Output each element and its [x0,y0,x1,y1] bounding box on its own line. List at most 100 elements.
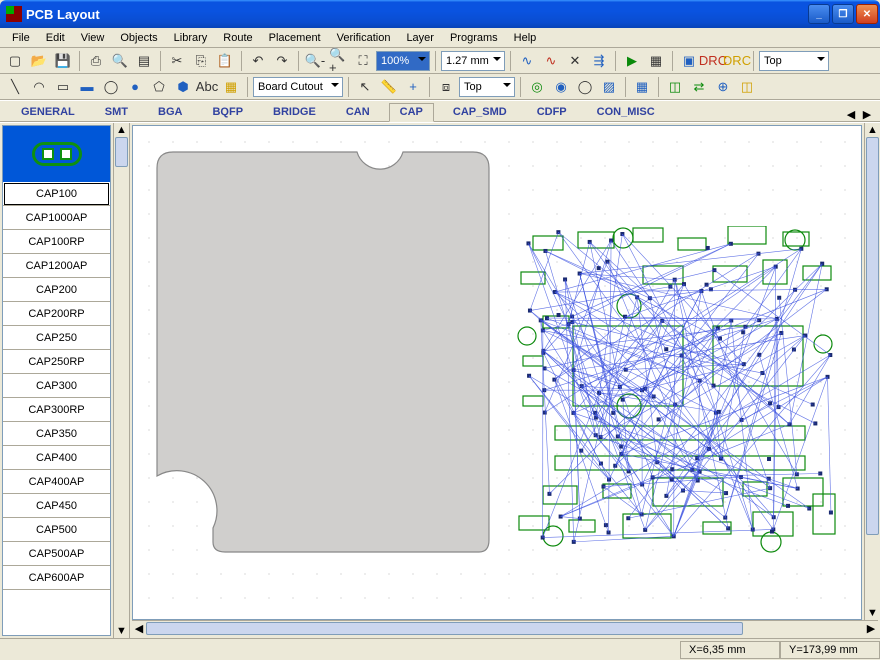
object-layer-combo[interactable]: Board Cutout [253,77,343,97]
scroll-down-icon[interactable]: ▼ [114,624,129,638]
tab-cap[interactable]: CAP [389,103,434,122]
component-item[interactable]: CAP400AP [3,470,110,494]
canvas-vscroll[interactable]: ▲ ▼ [864,123,880,620]
copper-icon[interactable]: ▨ [598,76,620,98]
component-item[interactable]: CAP1200AP [3,254,110,278]
redo-icon[interactable]: ↷ [271,50,293,72]
zoom-window-icon[interactable]: ⛶ [352,50,374,72]
hscroll-right-icon[interactable]: ▶ [864,621,878,636]
tab-general[interactable]: GENERAL [10,103,86,121]
arc-icon[interactable]: ◠ [28,76,50,98]
menu-edit[interactable]: Edit [38,30,73,46]
grid-combo[interactable]: 1.27 mm [441,51,505,71]
menu-verification[interactable]: Verification [329,30,399,46]
component-item[interactable]: CAP350 [3,422,110,446]
measure-icon[interactable]: 📏 [378,76,400,98]
tab-scroll-right-icon[interactable]: ▶ [860,107,874,121]
design-canvas[interactable] [132,125,862,620]
component-item[interactable]: CAP100RP [3,230,110,254]
layer2-combo[interactable]: Top [459,77,515,97]
menu-route[interactable]: Route [215,30,260,46]
text-icon[interactable]: Abc [196,76,218,98]
menu-view[interactable]: View [73,30,113,46]
route-x-icon[interactable]: ✕ [564,50,586,72]
titleblock-icon[interactable]: ▤ [133,50,155,72]
vscroll-thumb[interactable] [866,137,879,535]
layer-combo[interactable]: Top [759,51,829,71]
component-item[interactable]: CAP450 [3,494,110,518]
pad-icon[interactable]: ◎ [526,76,548,98]
tab-cap-smd[interactable]: CAP_SMD [442,103,518,121]
maximize-button[interactable]: ❐ [832,4,854,24]
scroll-up-icon[interactable]: ▲ [114,123,129,137]
layers-icon[interactable]: ▣ [678,50,700,72]
route-rm-icon[interactable]: ∿ [540,50,562,72]
table-icon[interactable]: ▦ [631,76,653,98]
component-item[interactable]: CAP250 [3,326,110,350]
poly-icon[interactable]: ⬠ [148,76,170,98]
pointer-icon[interactable]: ↖ [354,76,376,98]
tab-bridge[interactable]: BRIDGE [262,103,327,121]
sidebar-scrollbar[interactable]: ▲ ▼ [113,123,129,638]
rect-fill-icon[interactable]: ▬ [76,76,98,98]
tab-can[interactable]: CAN [335,103,381,121]
via-icon[interactable]: ◉ [550,76,572,98]
net-icon[interactable]: ⊕ [712,76,734,98]
tab-bqfp[interactable]: BQFP [201,103,254,121]
zoom-out-icon[interactable]: 🔍- [304,50,326,72]
tab-scroll-left-icon[interactable]: ◀ [844,107,858,121]
zoom-combo[interactable]: 100% [376,51,430,71]
image-icon[interactable]: ▦ [220,76,242,98]
ellipse-icon[interactable]: ◯ [100,76,122,98]
menu-help[interactable]: Help [506,30,545,46]
component-item[interactable]: CAP400 [3,446,110,470]
hscroll-thumb[interactable] [146,622,743,635]
scroll-thumb[interactable] [115,137,128,167]
tab-bga[interactable]: BGA [147,103,193,121]
tab-smt[interactable]: SMT [94,103,139,121]
component-item[interactable]: CAP300 [3,374,110,398]
component-item[interactable]: CAP1000AP [3,206,110,230]
minimize-button[interactable]: _ [808,4,830,24]
save-icon[interactable]: 💾 [52,50,74,72]
hole-icon[interactable]: ◯ [574,76,596,98]
menu-objects[interactable]: Objects [112,30,165,46]
print-icon[interactable]: ⎙ [85,50,107,72]
component-item[interactable]: CAP500AP [3,542,110,566]
vscroll-down-icon[interactable]: ▼ [865,606,880,620]
component-item[interactable]: CAP500 [3,518,110,542]
menu-layer[interactable]: Layer [398,30,442,46]
menu-programs[interactable]: Programs [442,30,506,46]
run-icon[interactable]: ▶ [621,50,643,72]
preview-icon[interactable]: 🔍 [109,50,131,72]
undo-icon[interactable]: ↶ [247,50,269,72]
component-item[interactable]: CAP300RP [3,398,110,422]
component-item[interactable]: CAP100 [3,182,110,206]
poly-fill-icon[interactable]: ⬢ [172,76,194,98]
back-icon[interactable]: ◫ [736,76,758,98]
tab-con-misc[interactable]: CON_MISC [586,103,666,121]
rect-icon[interactable]: ▭ [52,76,74,98]
zoom-in-icon[interactable]: 🔍+ [328,50,350,72]
tab-cdfp[interactable]: CDFP [526,103,578,121]
canvas-hscroll[interactable]: ◀ ▶ [132,620,878,636]
open-icon[interactable]: 📂 [28,50,50,72]
origin-icon[interactable]: + [402,76,424,98]
hscroll-left-icon[interactable]: ◀ [132,621,146,636]
erc-icon[interactable]: DRC [726,50,748,72]
ellipse-fill-icon[interactable]: ● [124,76,146,98]
component-icon[interactable]: ⧈ [435,76,457,98]
new-icon[interactable]: ▢ [4,50,26,72]
renum-icon[interactable]: ⇄ [688,76,710,98]
vscroll-up-icon[interactable]: ▲ [865,123,880,137]
component-item[interactable]: CAP200RP [3,302,110,326]
menu-file[interactable]: File [4,30,38,46]
copy-icon[interactable]: ⎘ [190,50,212,72]
close-button[interactable]: ✕ [856,4,878,24]
menu-placement[interactable]: Placement [261,30,329,46]
route-manual-icon[interactable]: ∿ [516,50,538,72]
component-item[interactable]: CAP200 [3,278,110,302]
cut-icon[interactable]: ✂ [166,50,188,72]
component-item[interactable]: CAP600AP [3,566,110,590]
route-fan-icon[interactable]: ⇶ [588,50,610,72]
